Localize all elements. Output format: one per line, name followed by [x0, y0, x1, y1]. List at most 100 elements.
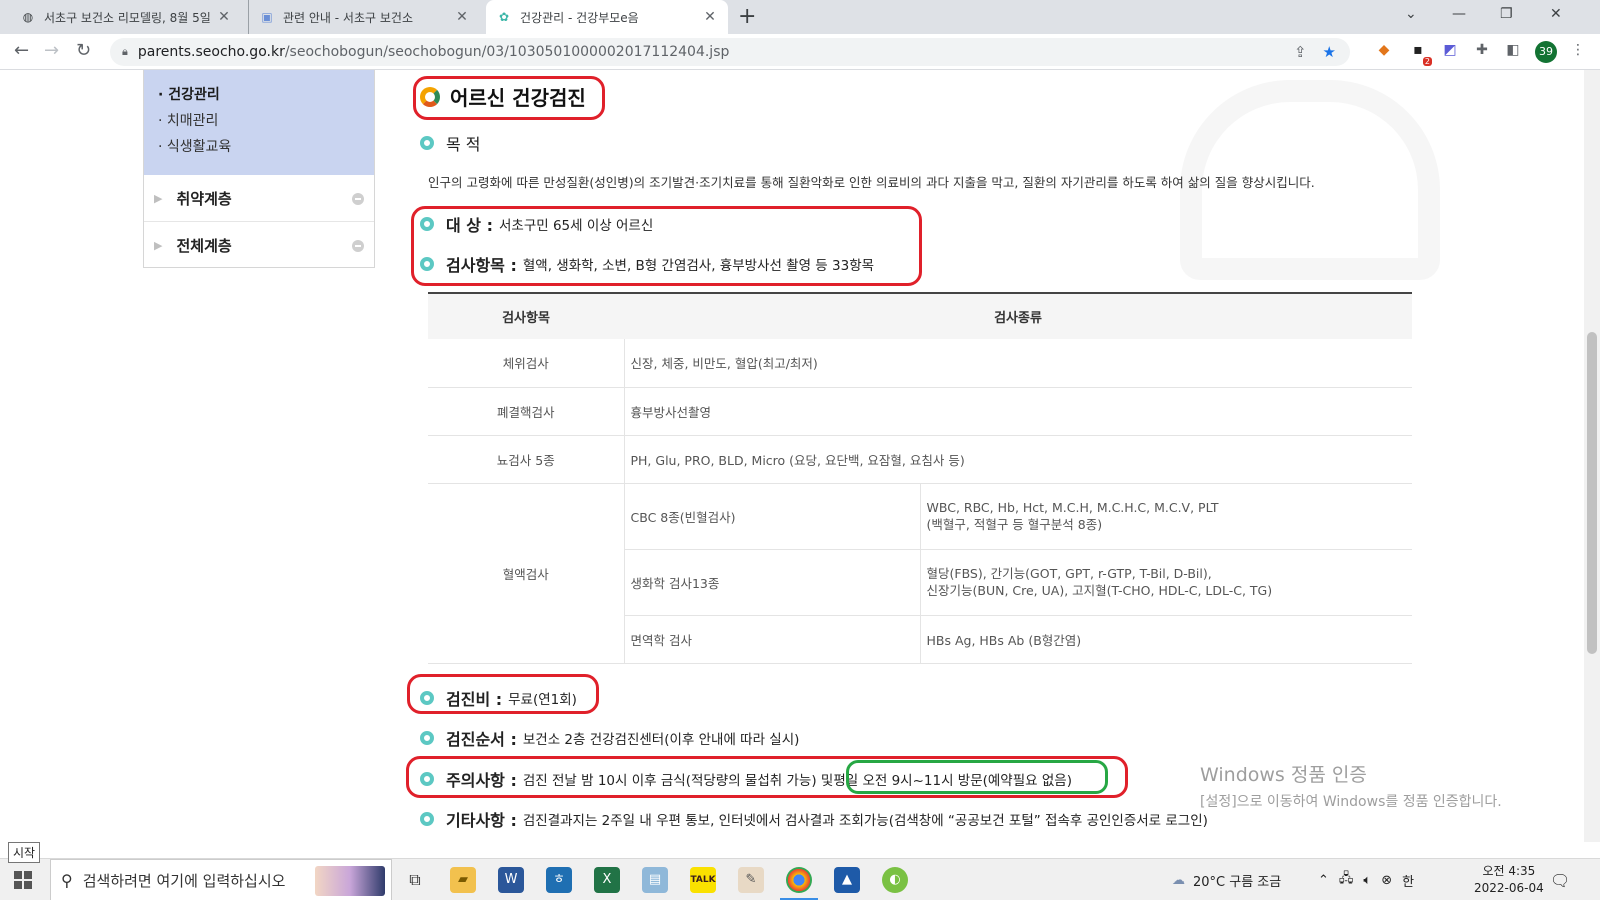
cell-item-blood: 혈액검사: [428, 483, 625, 664]
excel-icon[interactable]: X: [594, 867, 620, 893]
browser-toolbar: ← → ↻ 🔒︎ parents.seocho.go.kr/seochobogu…: [0, 34, 1600, 70]
purpose-text: 인구의 고령화에 따른 만성질환(성인병)의 조기발견·조기치료를 통해 질환악…: [428, 175, 1315, 190]
submenu-box: · 건강관리 · 치매관리 · 식생활교육: [144, 70, 374, 175]
start-tooltip: 시작: [8, 842, 41, 863]
metamask-extension-icon[interactable]: ◆: [1374, 42, 1394, 62]
translate-extension-icon[interactable]: ◩: [1440, 42, 1460, 62]
windows-activation-watermark: Windows 정품 인증 [설정]으로 이동하여 Windows를 정품 인증…: [1200, 760, 1502, 811]
windows-start-icon[interactable]: [14, 871, 32, 889]
cell-type: HBs Ag, HBs Ab (B형간염): [919, 615, 1412, 664]
bullet-circle-icon: [420, 772, 434, 786]
triangle-right-icon: ▶: [154, 239, 163, 252]
profile-avatar[interactable]: 39: [1535, 41, 1557, 63]
page-icon: ▣: [261, 10, 273, 24]
file-explorer-icon[interactable]: ▰: [450, 867, 476, 893]
extension-badge: 2: [1422, 57, 1432, 66]
cell-type: 신장, 체중, 비만도, 혈압(최고/최저): [624, 339, 1412, 388]
target-value: 서초구민 65세 이상 어르신: [498, 218, 654, 234]
etc-value: 검진결과지는 2주일 내 우편 통보, 인터넷에서 검사결과 조회가능(검색창에…: [522, 813, 1208, 829]
fee-label: 검진비 :: [446, 690, 503, 709]
bullet-circle-icon: [420, 731, 434, 745]
lock-icon: 🔒︎: [122, 45, 128, 58]
collapse-icon[interactable]: [352, 240, 364, 252]
tab-search-icon[interactable]: ⌄: [1405, 6, 1417, 22]
tab-close-icon[interactable]: ✕: [454, 9, 470, 25]
submenu-item-dementia[interactable]: · 치매관리: [158, 108, 374, 134]
kakaotalk-icon[interactable]: TALK: [690, 867, 716, 893]
tab-strip: ◍ 서초구 보건소 리모델링, 8월 5일 ✕ ▣ 관련 안내 - 서초구 보건…: [0, 0, 1600, 34]
web-page: · 건강관리 · 치매관리 · 식생활교육 ▶ 취약계층 ▶ 전체계층 어르신 …: [0, 70, 1584, 842]
ime-indicator[interactable]: 한: [1402, 871, 1414, 890]
minimize-button[interactable]: —: [1452, 6, 1466, 22]
table-row: 뇨검사 5종 PH, Glu, PRO, BLD, Micro (요당, 요단백…: [428, 435, 1412, 484]
clock-time: 오전 4:35: [1482, 864, 1536, 878]
sidepanel-icon[interactable]: ◧: [1503, 42, 1523, 62]
order-row: 검진순서 : 보건소 2층 건강검진센터(이후 안내에 따라 실시): [420, 726, 799, 750]
clock[interactable]: 오전 4:35 2022-06-04: [1474, 863, 1544, 897]
side-navigation: · 건강관리 · 치매관리 · 식생활교육 ▶ 취약계층 ▶ 전체계층: [143, 70, 375, 268]
weather-widget[interactable]: ☁ 20°C 구름 조금: [1172, 859, 1281, 900]
taskbar-search[interactable]: ⚲ 검색하려면 여기에 입력하십시오: [50, 859, 392, 900]
paint-icon[interactable]: ✎: [738, 867, 764, 893]
forward-button[interactable]: →: [44, 40, 59, 61]
puzzle-icon[interactable]: ✚: [1472, 42, 1492, 62]
menu-vulnerable[interactable]: ▶ 취약계층: [144, 175, 374, 222]
cell-type: 흉부방사선촬영: [624, 387, 1412, 436]
search-icon: ⚲: [61, 870, 73, 890]
menu-label: 전체계층: [176, 237, 232, 255]
volume-icon[interactable]: 🔈︎: [1363, 873, 1371, 888]
extension-icon[interactable]: ▪ 2: [1408, 42, 1432, 66]
tab-remodeling-news[interactable]: ◍ 서초구 보건소 리모델링, 8월 5일 ✕: [10, 0, 242, 34]
scrollbar-thumb[interactable]: [1587, 332, 1597, 654]
tab-close-icon[interactable]: ✕: [702, 9, 718, 25]
photos-icon[interactable]: ▲: [834, 867, 860, 893]
menu-kebab-icon[interactable]: ⋮: [1568, 42, 1588, 62]
collapse-icon[interactable]: [352, 193, 364, 205]
table-row: 폐결핵검사 흉부방사선촬영: [428, 387, 1412, 436]
tab-title: 서초구 보건소 리모델링, 8월 5일: [44, 10, 211, 25]
purpose-heading: 목 적: [420, 131, 481, 155]
cell-item: 뇨검사 5종: [428, 435, 625, 484]
exam-table: 검사항목 검사종류 체위검사 신장, 체중, 비만도, 혈압(최고/최저) 폐결…: [428, 292, 1412, 664]
green-app-icon[interactable]: ◐: [882, 867, 908, 893]
bullet-circle-icon: [420, 136, 434, 150]
caution-label: 주의사항 :: [446, 771, 517, 790]
tab-close-icon[interactable]: ✕: [216, 9, 232, 25]
items-value: 혈액, 생화학, 소변, B형 간염검사, 흉부방사선 촬영 등 33항목: [522, 258, 875, 274]
address-bar[interactable]: 🔒︎ parents.seocho.go.kr/seochobogun/seoc…: [110, 38, 1350, 66]
page-scrollbar[interactable]: [1584, 70, 1600, 842]
back-button[interactable]: ←: [14, 40, 29, 61]
reload-button[interactable]: ↻: [76, 40, 91, 61]
bookmark-star-icon[interactable]: ★: [1323, 43, 1336, 61]
task-view-icon[interactable]: ⧉: [402, 867, 428, 893]
no-entry-icon[interactable]: ⊗: [1381, 873, 1392, 888]
restore-button[interactable]: ❐: [1500, 6, 1513, 22]
tab-related-info[interactable]: ▣ 관련 안내 - 서초구 보건소 ✕: [248, 0, 480, 34]
cell-line: (백혈구, 적혈구 등 혈구분석 8종): [926, 517, 1103, 532]
new-tab-button[interactable]: +: [738, 4, 756, 29]
tab-title: 건강관리 - 건강부모e음: [520, 10, 639, 25]
notification-icon[interactable]: 🗨︎: [1550, 859, 1570, 900]
caution-row: 주의사항 : 검진 전날 밤 10시 이후 금식(적당량의 물섭취 가능) 및 …: [420, 767, 1072, 791]
target-row: 대 상 : 서초구민 65세 이상 어르신: [420, 212, 653, 236]
word-icon[interactable]: W: [498, 867, 524, 893]
items-label: 검사항목 :: [446, 256, 517, 275]
network-icon[interactable]: 🖧︎: [1339, 869, 1354, 891]
search-placeholder: 검색하려면 여기에 입력하십시오: [82, 871, 286, 890]
close-window-button[interactable]: ✕: [1550, 6, 1562, 22]
notepad-icon[interactable]: ▤: [642, 867, 668, 893]
submenu-item-health[interactable]: · 건강관리: [158, 82, 374, 108]
page-title-text: 어르신 건강검진: [450, 86, 586, 110]
submenu-item-diet[interactable]: · 식생활교육: [158, 134, 374, 160]
share-icon[interactable]: ⇪: [1294, 43, 1307, 61]
fee-value: 무료(연1회): [508, 692, 577, 708]
hwp-icon[interactable]: ㅎ: [546, 867, 572, 893]
chrome-icon[interactable]: [780, 867, 818, 900]
chevron-up-icon[interactable]: ⌃: [1318, 873, 1329, 888]
tab-health-care[interactable]: ✿ 건강관리 - 건강부모e음 ✕: [486, 0, 728, 34]
cell-subitem: 생화학 검사13종: [624, 549, 920, 616]
order-label: 검진순서 :: [446, 730, 517, 749]
clock-date: 2022-06-04: [1474, 881, 1544, 895]
menu-all[interactable]: ▶ 전체계층: [144, 222, 374, 269]
cell-item: 폐결핵검사: [428, 387, 625, 436]
